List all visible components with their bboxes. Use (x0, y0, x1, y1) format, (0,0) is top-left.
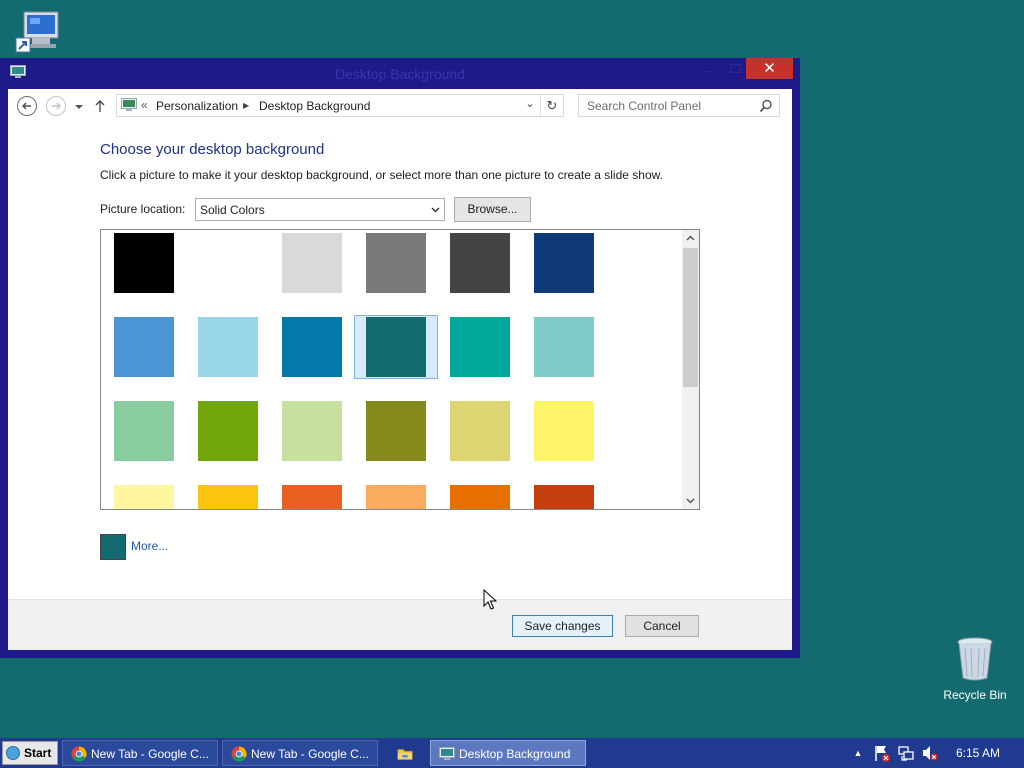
color-swatch[interactable] (114, 317, 174, 377)
control-panel-icon (121, 98, 137, 111)
taskbar-button-label: New Tab - Google C... (91, 747, 209, 761)
current-color-swatch[interactable] (100, 534, 126, 560)
forward-button[interactable] (45, 95, 67, 117)
color-swatch[interactable] (534, 485, 594, 509)
color-swatch[interactable] (450, 317, 510, 377)
page-description: Click a picture to make it your desktop … (100, 168, 663, 182)
breadcrumb-desktop-background[interactable]: Desktop Background (259, 99, 370, 113)
close-button[interactable]: ✕ (746, 58, 793, 79)
start-label: Start (24, 746, 52, 760)
show-hidden-icons-button[interactable]: ▲ (852, 738, 864, 768)
color-swatch[interactable] (114, 401, 174, 461)
vertical-scrollbar[interactable] (682, 230, 699, 509)
scrollbar-thumb[interactable] (683, 248, 698, 387)
chrome-icon (231, 746, 247, 762)
system-clock[interactable]: 6:15 AM (956, 746, 1000, 760)
chevron-down-icon (75, 105, 83, 109)
search-input[interactable] (579, 95, 755, 116)
back-arrow-icon (17, 96, 37, 116)
action-center-icon[interactable] (874, 738, 890, 768)
recent-locations-button[interactable] (72, 95, 86, 117)
color-swatch[interactable] (450, 485, 510, 509)
volume-icon[interactable] (922, 738, 938, 768)
desktop-background-window: Desktop Background ✕ « Personalization ▶… (0, 58, 800, 658)
color-swatch[interactable] (114, 485, 174, 509)
close-icon: ✕ (763, 60, 776, 77)
taskbar-chrome-window-1[interactable]: New Tab - Google C... (62, 740, 218, 766)
color-swatch[interactable] (114, 233, 174, 293)
scroll-up-icon[interactable] (682, 230, 699, 247)
color-swatch[interactable] (366, 317, 426, 377)
color-swatch[interactable] (366, 401, 426, 461)
color-swatch[interactable] (450, 233, 510, 293)
save-changes-button[interactable]: Save changes (512, 615, 613, 637)
computer-icon (15, 11, 59, 53)
chevron-down-icon (431, 207, 440, 213)
address-bar[interactable]: « Personalization ▶ Desktop Background ⌄… (116, 94, 564, 117)
color-swatch[interactable] (534, 317, 594, 377)
color-swatch[interactable] (534, 401, 594, 461)
picture-location-value: Solid Colors (200, 203, 265, 217)
color-swatch[interactable] (450, 401, 510, 461)
taskbar-desktop-background[interactable]: Desktop Background (430, 740, 586, 766)
speaker-muted-icon (923, 746, 938, 761)
picture-location-label: Picture location: (100, 202, 186, 216)
chrome-icon (71, 746, 87, 762)
recycle-bin-label: Recycle Bin (943, 688, 1007, 702)
page-title: Choose your desktop background (100, 141, 325, 158)
network-icon (898, 746, 914, 761)
flag-icon (875, 746, 890, 762)
dialog-footer: Save changes Cancel (8, 599, 792, 650)
taskbar: Start New Tab - Google C... New Tab - Go… (0, 738, 1024, 768)
mouse-cursor-icon (483, 589, 497, 610)
start-button[interactable]: Start (2, 741, 58, 765)
breadcrumb-personalization[interactable]: Personalization (156, 99, 238, 113)
color-swatch[interactable] (198, 485, 258, 509)
color-swatch[interactable] (282, 401, 342, 461)
color-swatch[interactable] (366, 485, 426, 509)
color-swatch[interactable] (366, 233, 426, 293)
up-button[interactable] (92, 95, 108, 117)
recycle-bin-desktop-icon[interactable]: Recycle Bin (938, 636, 1012, 702)
title-bar[interactable]: Desktop Background ✕ (0, 58, 800, 89)
start-orb-icon (6, 746, 20, 760)
folder-icon (397, 749, 413, 760)
refresh-button[interactable]: ↻ (540, 95, 563, 116)
recycle-bin-icon (957, 637, 993, 681)
up-arrow-icon (95, 100, 105, 112)
minimize-button[interactable] (696, 58, 722, 79)
cancel-button[interactable]: Cancel (625, 615, 699, 637)
back-button[interactable] (16, 95, 38, 117)
color-swatch-grid (100, 229, 700, 510)
color-swatch[interactable] (282, 317, 342, 377)
window-client-area: « Personalization ▶ Desktop Background ⌄… (8, 89, 792, 650)
display-settings-icon (439, 747, 455, 760)
taskbar-button-label: Desktop Background (459, 747, 571, 761)
search-icon[interactable] (759, 99, 773, 113)
color-swatch[interactable] (198, 233, 258, 293)
search-box (578, 94, 780, 117)
color-swatch[interactable] (198, 317, 258, 377)
breadcrumb-separator-icon[interactable]: ▶ (243, 99, 249, 113)
network-icon[interactable] (898, 738, 914, 768)
breadcrumb-overflow-icon[interactable]: « (141, 98, 148, 112)
scroll-down-icon[interactable] (682, 492, 699, 509)
address-dropdown-icon[interactable]: ⌄ (523, 97, 537, 114)
more-colors-link[interactable]: More... (131, 539, 168, 553)
color-swatch[interactable] (198, 401, 258, 461)
picture-location-dropdown[interactable]: Solid Colors (195, 198, 445, 221)
color-swatch[interactable] (282, 485, 342, 509)
taskbar-chrome-window-2[interactable]: New Tab - Google C... (222, 740, 378, 766)
taskbar-button-label: New Tab - Google C... (251, 747, 369, 761)
color-swatch[interactable] (534, 233, 594, 293)
window-title: Desktop Background (335, 66, 465, 82)
taskbar-file-explorer[interactable] (390, 740, 420, 766)
maximize-button[interactable] (722, 58, 748, 79)
color-swatch[interactable] (282, 233, 342, 293)
browse-button[interactable]: Browse... (454, 197, 531, 222)
computer-desktop-icon[interactable] (14, 10, 62, 56)
forward-arrow-icon (46, 96, 66, 116)
